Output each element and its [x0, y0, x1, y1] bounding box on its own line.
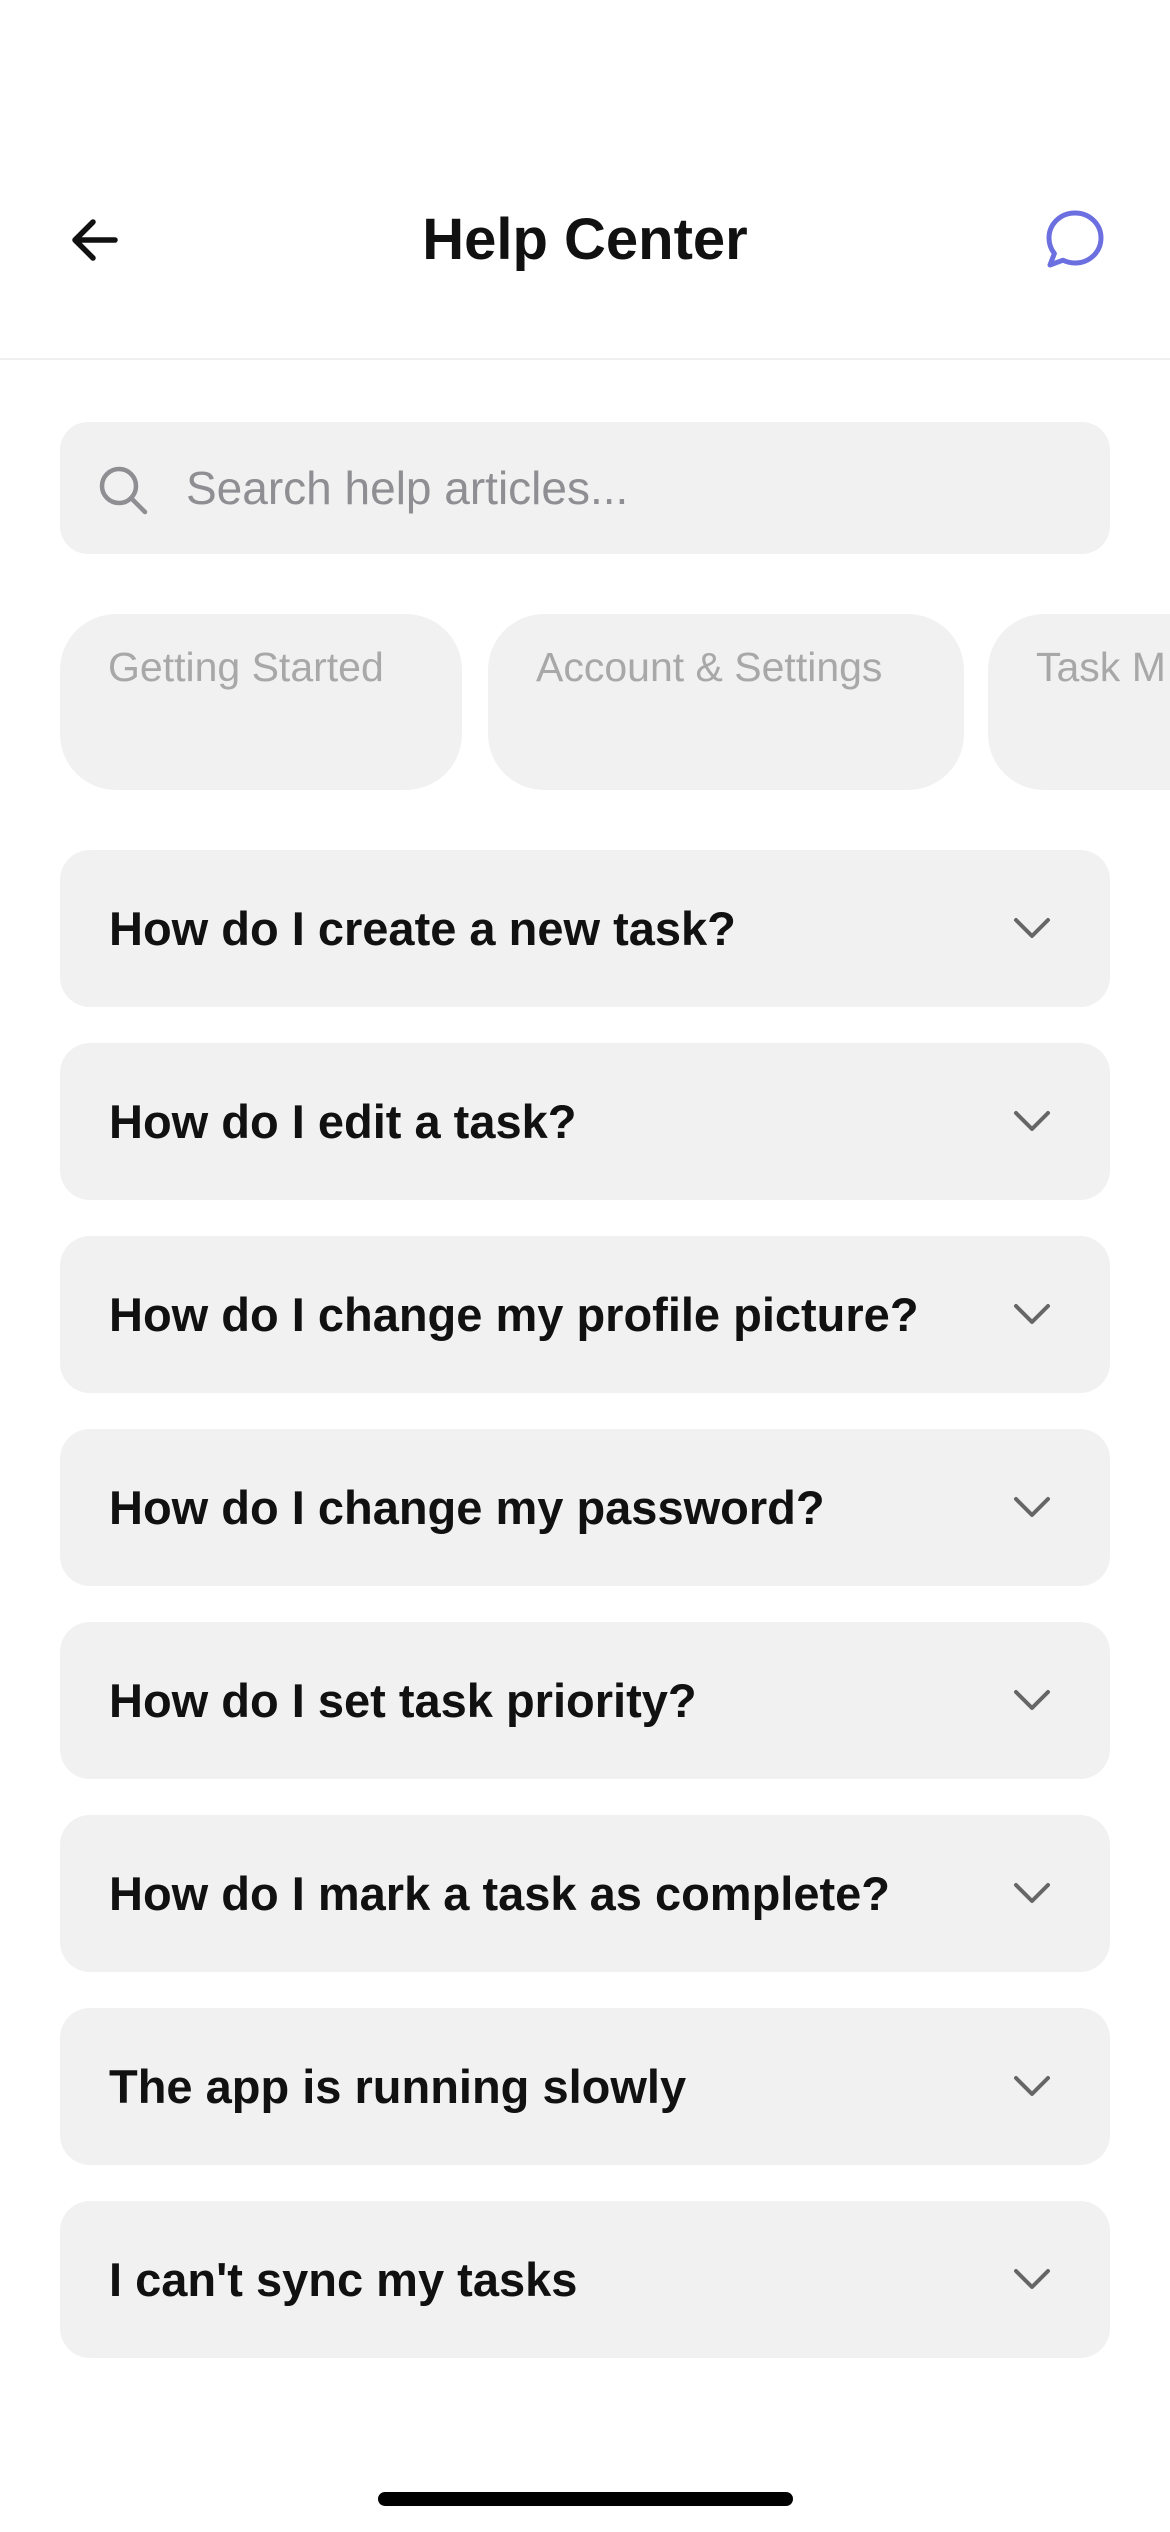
faq-item[interactable]: How do I set task priority?: [60, 1622, 1110, 1779]
category-chips: Getting Started Account & Settings Task …: [0, 614, 1170, 790]
search-input[interactable]: [186, 422, 1066, 554]
category-chip-getting-started[interactable]: Getting Started: [60, 614, 462, 790]
faq-question: How do I mark a task as complete?: [109, 1867, 890, 1920]
faq-question: I can't sync my tasks: [109, 2253, 578, 2306]
faq-item[interactable]: The app is running slowly: [60, 2008, 1110, 2165]
search-bar[interactable]: [60, 422, 1110, 554]
category-chip-task-management[interactable]: Task M: [988, 614, 1170, 790]
home-indicator[interactable]: [378, 2492, 793, 2506]
page-title: Help Center: [422, 207, 748, 272]
chevron-down-icon: [1014, 1111, 1050, 1131]
faq-item[interactable]: How do I change my password?: [60, 1429, 1110, 1586]
chevron-down-icon: [1014, 1883, 1050, 1903]
faq-question: How do I create a new task?: [109, 902, 736, 955]
search-icon: [99, 466, 148, 515]
faq-item[interactable]: How do I edit a task?: [60, 1043, 1110, 1200]
category-chip-account-settings[interactable]: Account & Settings: [488, 614, 964, 790]
chat-bubble-icon: [1046, 210, 1104, 268]
chevron-down-icon: [1014, 1497, 1050, 1517]
chevron-down-icon: [1014, 918, 1050, 938]
header-bar: Help Center: [0, 0, 1170, 360]
faq-item[interactable]: How do I create a new task?: [60, 850, 1110, 1007]
faq-question: How do I edit a task?: [109, 1095, 577, 1148]
faq-item[interactable]: How do I mark a task as complete?: [60, 1815, 1110, 1972]
faq-item[interactable]: How do I change my profile picture?: [60, 1236, 1110, 1393]
faq-question: The app is running slowly: [109, 2060, 687, 2113]
chevron-down-icon: [1014, 2076, 1050, 2096]
chevron-down-icon: [1014, 1690, 1050, 1710]
chevron-down-icon: [1014, 1304, 1050, 1324]
faq-item[interactable]: I can't sync my tasks: [60, 2201, 1110, 2358]
faq-question: How do I set task priority?: [109, 1674, 697, 1727]
faq-question: How do I change my profile picture?: [109, 1288, 919, 1341]
chevron-down-icon: [1014, 2269, 1050, 2289]
chat-button[interactable]: [1030, 200, 1120, 280]
faq-question: How do I change my password?: [109, 1481, 825, 1534]
